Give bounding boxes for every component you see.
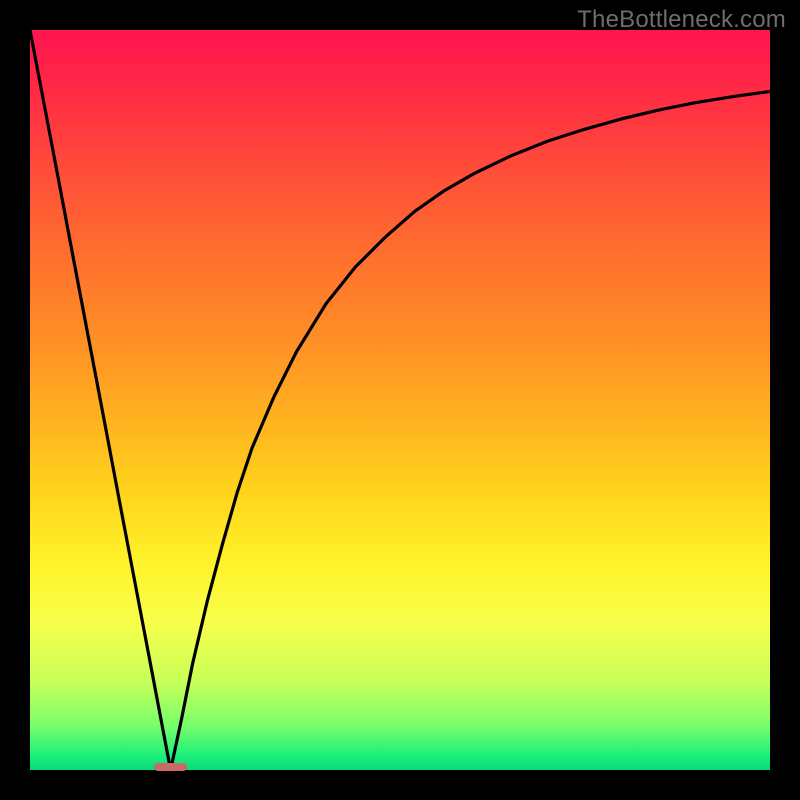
plot-area [30,30,770,770]
bottleneck-curve [30,30,770,770]
optimum-marker [154,763,187,772]
chart-frame: TheBottleneck.com [0,0,800,800]
